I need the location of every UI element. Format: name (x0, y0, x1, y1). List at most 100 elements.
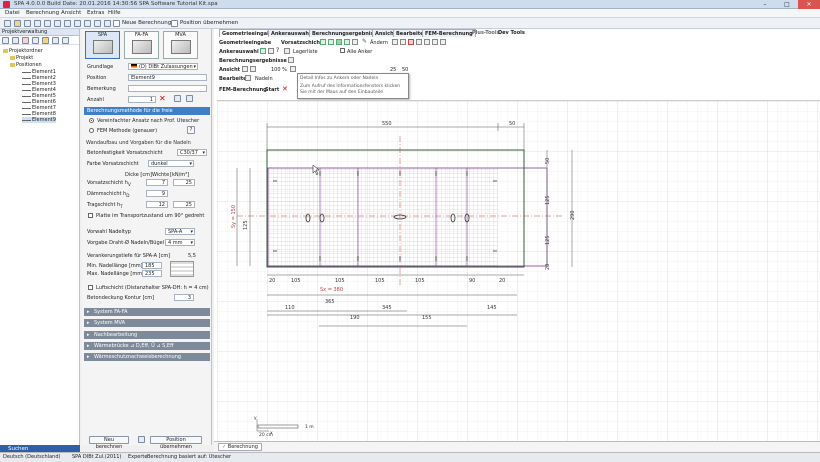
question-icon[interactable]: ? (276, 48, 282, 54)
copy-icon[interactable] (12, 37, 19, 44)
needle-icon[interactable] (245, 75, 251, 81)
daemmschicht-dicke-input[interactable]: 9 (146, 190, 168, 197)
drawing-svg[interactable]: 550 50 50 125 125 290 20 Sy = 150 125 20… (217, 101, 820, 441)
farbe-select[interactable]: dunkel (148, 160, 194, 167)
edit-icon[interactable] (32, 37, 39, 44)
anzahl-input[interactable]: 1 (128, 96, 156, 103)
vorsatzschicht-dicke-input[interactable]: 7 (146, 179, 168, 186)
menu-berechnung[interactable]: Berechnung (26, 10, 59, 16)
maximize-button[interactable]: □ (776, 0, 798, 9)
method-fem-radio[interactable] (89, 128, 94, 133)
tools-icon[interactable] (400, 39, 406, 45)
draht-select[interactable]: 4 mm (165, 239, 195, 246)
new-calc-icon[interactable] (113, 20, 120, 27)
tree-item-root[interactable]: Projektordner (3, 48, 43, 54)
method-simplified-radio[interactable] (89, 118, 94, 123)
info-icon[interactable] (84, 20, 91, 27)
position-input[interactable]: Element9 (128, 74, 207, 81)
redo-icon[interactable] (440, 39, 446, 45)
tab-berechnung[interactable]: ✓ Berechnung (218, 443, 262, 451)
pin-icon[interactable] (392, 39, 398, 45)
draw-opening-icon[interactable] (344, 39, 350, 45)
section-mva[interactable]: System MVA (84, 319, 210, 327)
section-waermeschutz[interactable]: Wärmeschutznachweisberechnung (84, 353, 210, 361)
take-position-icon[interactable] (171, 20, 178, 27)
system-spa-button[interactable]: SPA (85, 31, 120, 59)
system-fa-fa-button[interactable]: FA-FA (124, 31, 159, 59)
folder-icon[interactable] (42, 37, 49, 44)
tree-item-project[interactable]: Projekt (10, 55, 33, 61)
anchor-select-icon[interactable] (260, 48, 266, 54)
system-mva-button[interactable]: MVA (163, 31, 198, 59)
measure-icon[interactable] (352, 39, 358, 45)
neu-berechnen-button[interactable]: Neu berechnen (89, 436, 129, 450)
layers-icon[interactable] (424, 39, 430, 45)
print-icon[interactable] (44, 20, 51, 27)
tab-dev-tools[interactable]: Dev Tools (496, 29, 527, 37)
new-calc-button[interactable]: Neue Berechnung (122, 20, 171, 26)
copy-position-icon[interactable] (138, 436, 145, 443)
draw-rect-icon[interactable] (320, 39, 326, 45)
vorsatzschicht-wichte-input[interactable]: 25 (173, 179, 195, 186)
position-uebernehmen-button[interactable]: Position übernehmen (150, 436, 202, 450)
add-icon[interactable] (2, 37, 9, 44)
copy-icon[interactable] (174, 95, 181, 102)
edit-pencil-icon[interactable]: ✎ (362, 39, 368, 45)
alle-anker-checkbox[interactable] (340, 48, 345, 53)
delete-icon[interactable] (22, 37, 29, 44)
tragschicht-wichte-input[interactable]: 25 (173, 201, 195, 208)
bemerkung-input[interactable] (128, 85, 207, 92)
list-icon[interactable] (284, 48, 290, 54)
nadeltyp-select[interactable]: SPA-A (165, 228, 195, 235)
tragschicht-dicke-input[interactable]: 12 (146, 201, 168, 208)
lagerliste-button[interactable]: Lagerliste (293, 49, 318, 55)
refresh-icon[interactable] (94, 20, 101, 27)
method-help-button[interactable]: ? (187, 126, 195, 134)
zoom-fit-icon[interactable] (290, 66, 296, 72)
copy-icon[interactable] (416, 39, 422, 45)
minimize-button[interactable]: – (754, 0, 776, 9)
delete-icon[interactable]: ✕ (159, 95, 167, 103)
menu-datei[interactable]: Datei (5, 10, 20, 16)
drawing-canvas[interactable]: 550 50 50 125 125 290 20 Sy = 150 125 20… (217, 100, 820, 441)
section-nachbearbeitung[interactable]: Nachbearbeitung (84, 331, 210, 339)
menu-hilfe[interactable]: Hilfe (108, 10, 121, 16)
close-button[interactable]: ✕ (798, 0, 820, 9)
zoom-value[interactable]: 100 % (271, 67, 287, 73)
anchor-add-icon[interactable] (268, 48, 274, 54)
kontur-input[interactable]: 3 (174, 294, 194, 301)
tab-ankerauswahl[interactable]: Ankerauswahl (268, 29, 314, 37)
save-icon[interactable] (24, 20, 31, 27)
stop-icon[interactable]: ✕ (282, 86, 288, 93)
section-fa-fa[interactable]: System FA-FA (84, 308, 210, 316)
menu-ansicht[interactable]: Ansicht (61, 10, 81, 16)
new-file-icon[interactable] (4, 20, 11, 27)
save-as-icon[interactable] (34, 20, 41, 27)
take-position-button[interactable]: Position übernehmen (180, 20, 238, 26)
calc-icon[interactable] (104, 20, 111, 27)
open-folder-icon[interactable] (14, 20, 21, 27)
tree-item-element[interactable]: Element9 (22, 117, 56, 123)
luftschicht-checkbox[interactable] (88, 285, 93, 290)
delete-red-icon[interactable] (408, 39, 414, 45)
collapse-icon[interactable] (62, 37, 69, 44)
move-icon[interactable] (432, 39, 438, 45)
result-icon[interactable] (288, 57, 294, 63)
paste-icon[interactable] (186, 95, 193, 102)
help-icon[interactable] (74, 20, 81, 27)
draw-poly-icon[interactable] (328, 39, 334, 45)
export-icon[interactable] (54, 20, 61, 27)
platte-gedreht-checkbox[interactable] (88, 213, 93, 218)
aendern-button[interactable]: Ändern (370, 40, 388, 46)
nadeln-button[interactable]: Nadeln (255, 76, 273, 82)
grundlage-select[interactable]: (D) DIBt Zulassungen (128, 63, 198, 70)
menu-extras[interactable]: Extras (87, 10, 104, 16)
tab-fem-berechnung[interactable]: FEM-Berechnung (422, 29, 476, 37)
grid-icon[interactable] (250, 66, 256, 72)
view-icon[interactable] (242, 66, 248, 72)
settings-icon[interactable] (64, 20, 71, 27)
draw-circle-icon[interactable] (336, 39, 342, 45)
section-waermebruecke[interactable]: Wärmebrücke ⊿ D,Eff, Ü ⊿ S,Eff (84, 342, 210, 350)
fem-start-button[interactable]: Start (265, 87, 279, 93)
expand-icon[interactable] (52, 37, 59, 44)
